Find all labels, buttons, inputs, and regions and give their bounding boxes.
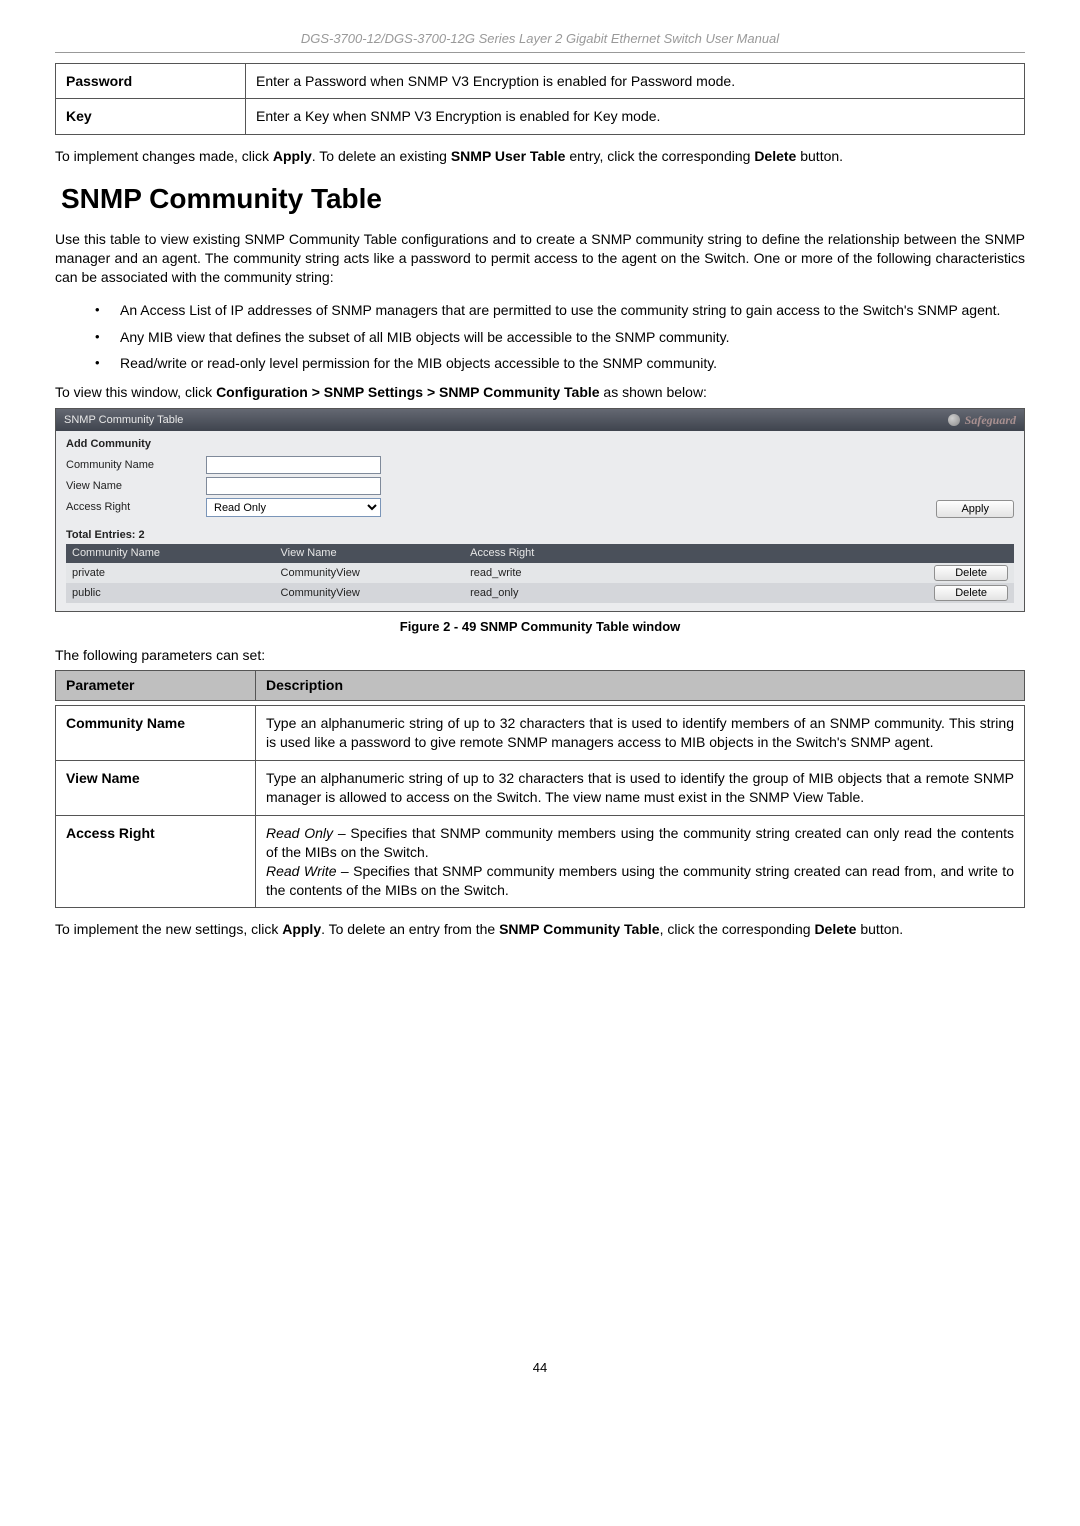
parameter-table: Parameter Description Community Name Typ… (55, 670, 1025, 908)
paragraph: To implement the new settings, click App… (55, 920, 1025, 939)
text: – Specifies that SNMP community members … (266, 825, 1014, 860)
snmp-community-table-window: SNMP Community Table Safeguard Add Commu… (55, 408, 1025, 612)
page-number: 44 (55, 1359, 1025, 1377)
text: To implement the new settings, click (55, 921, 282, 937)
text: . To delete an entry from the (321, 921, 499, 937)
bullet-list: An Access List of IP addresses of SNMP m… (55, 301, 1025, 374)
table-header-row: Community Name View Name Access Right (66, 544, 1014, 563)
apply-label: Apply (273, 148, 312, 164)
params-intro: The following parameters can set: (55, 646, 1025, 665)
cell-access: read_write (464, 563, 891, 583)
delete-label: Delete (754, 148, 796, 164)
access-right-label: Access Right (66, 500, 206, 515)
total-entries-label: Total Entries: 2 (66, 528, 1014, 543)
table-row: Access Right Read Only – Specifies that … (56, 815, 1025, 908)
form-row: Community Name (66, 456, 1014, 474)
header-rule (55, 52, 1025, 53)
table-row: View Name Type an alphanumeric string of… (56, 761, 1025, 816)
view-name-label: View Name (66, 479, 206, 494)
table-row: Key Enter a Key when SNMP V3 Encryption … (56, 99, 1025, 135)
param-name: Community Name (56, 706, 256, 761)
safeguard-text: Safeguard (965, 412, 1016, 428)
cell-community: private (66, 563, 275, 583)
param-name: View Name (56, 761, 256, 816)
param-body: Community Name Type an alphanumeric stri… (55, 705, 1025, 908)
param-header: Parameter Description (55, 670, 1025, 701)
param-name: Access Right (56, 815, 256, 908)
param-desc: Type an alphanumeric string of up to 32 … (256, 761, 1025, 816)
apply-button[interactable]: Apply (936, 500, 1014, 518)
col-view-name: View Name (275, 544, 465, 563)
text: , click the corresponding (660, 921, 815, 937)
paragraph: To implement changes made, click Apply. … (55, 147, 1025, 166)
entries-table: Community Name View Name Access Right pr… (66, 544, 1014, 603)
table-row: Password Enter a Password when SNMP V3 E… (56, 63, 1025, 99)
table-row: private CommunityView read_write Delete (66, 563, 1014, 583)
access-right-select[interactable]: Read Only (206, 498, 381, 517)
community-name-input[interactable] (206, 456, 381, 474)
cell-community: public (66, 583, 275, 603)
text: To view this window, click (55, 384, 216, 400)
text: – Specifies that SNMP community members … (266, 863, 1014, 898)
window-body: Add Community Community Name View Name A… (56, 431, 1024, 611)
param-desc: Read Only – Specifies that SNMP communit… (256, 815, 1025, 908)
text: button. (796, 148, 843, 164)
view-name-input[interactable] (206, 477, 381, 495)
safeguard-icon (948, 414, 960, 426)
nav-instruction: To view this window, click Configuration… (55, 383, 1025, 402)
param-name: Password (56, 63, 246, 99)
section-title: SNMP Community Table (61, 180, 1025, 218)
col-description: Description (256, 671, 1025, 701)
safeguard-badge: Safeguard (948, 412, 1016, 428)
table-row: public CommunityView read_only Delete (66, 583, 1014, 603)
window-titlebar: SNMP Community Table Safeguard (56, 409, 1024, 431)
delete-label: Delete (814, 921, 856, 937)
text: button. (856, 921, 903, 937)
param-desc: Enter a Password when SNMP V3 Encryption… (246, 63, 1025, 99)
delete-button[interactable]: Delete (934, 585, 1008, 601)
list-item: Read/write or read-only level permission… (55, 354, 1025, 373)
cell-view: CommunityView (275, 583, 465, 603)
text: entry, click the corresponding (565, 148, 754, 164)
top-param-table: Password Enter a Password when SNMP V3 E… (55, 63, 1025, 136)
figure-caption: Figure 2 - 49 SNMP Community Table windo… (55, 618, 1025, 636)
list-item: An Access List of IP addresses of SNMP m… (55, 301, 1025, 320)
text: as shown below: (600, 384, 707, 400)
param-desc: Type an alphanumeric string of up to 32 … (256, 706, 1025, 761)
community-name-label: Community Name (66, 458, 206, 473)
text: To implement changes made, click (55, 148, 273, 164)
col-community-name: Community Name (66, 544, 275, 563)
text: . To delete an existing (312, 148, 451, 164)
param-desc: Enter a Key when SNMP V3 Encryption is e… (246, 99, 1025, 135)
paragraph: Use this table to view existing SNMP Com… (55, 230, 1025, 287)
param-name: Key (56, 99, 246, 135)
col-actions (891, 544, 1014, 563)
add-community-heading: Add Community (66, 437, 1014, 452)
form-row: View Name (66, 477, 1014, 495)
cell-access: read_only (464, 583, 891, 603)
table-row: Community Name Type an alphanumeric stri… (56, 706, 1025, 761)
delete-button[interactable]: Delete (934, 565, 1008, 581)
col-parameter: Parameter (56, 671, 256, 701)
window-title: SNMP Community Table (64, 413, 183, 428)
text: SNMP Community Table (499, 921, 660, 937)
col-access-right: Access Right (464, 544, 891, 563)
manual-header: DGS-3700-12/DGS-3700-12G Series Layer 2 … (55, 30, 1025, 48)
text: SNMP User Table (451, 148, 566, 164)
cell-action: Delete (891, 583, 1014, 603)
cell-action: Delete (891, 563, 1014, 583)
cell-view: CommunityView (275, 563, 465, 583)
read-only-label: Read Only (266, 825, 333, 841)
read-write-label: Read Write (266, 863, 337, 879)
list-item: Any MIB view that defines the subset of … (55, 328, 1025, 347)
apply-label: Apply (282, 921, 321, 937)
breadcrumb: Configuration > SNMP Settings > SNMP Com… (216, 384, 599, 400)
